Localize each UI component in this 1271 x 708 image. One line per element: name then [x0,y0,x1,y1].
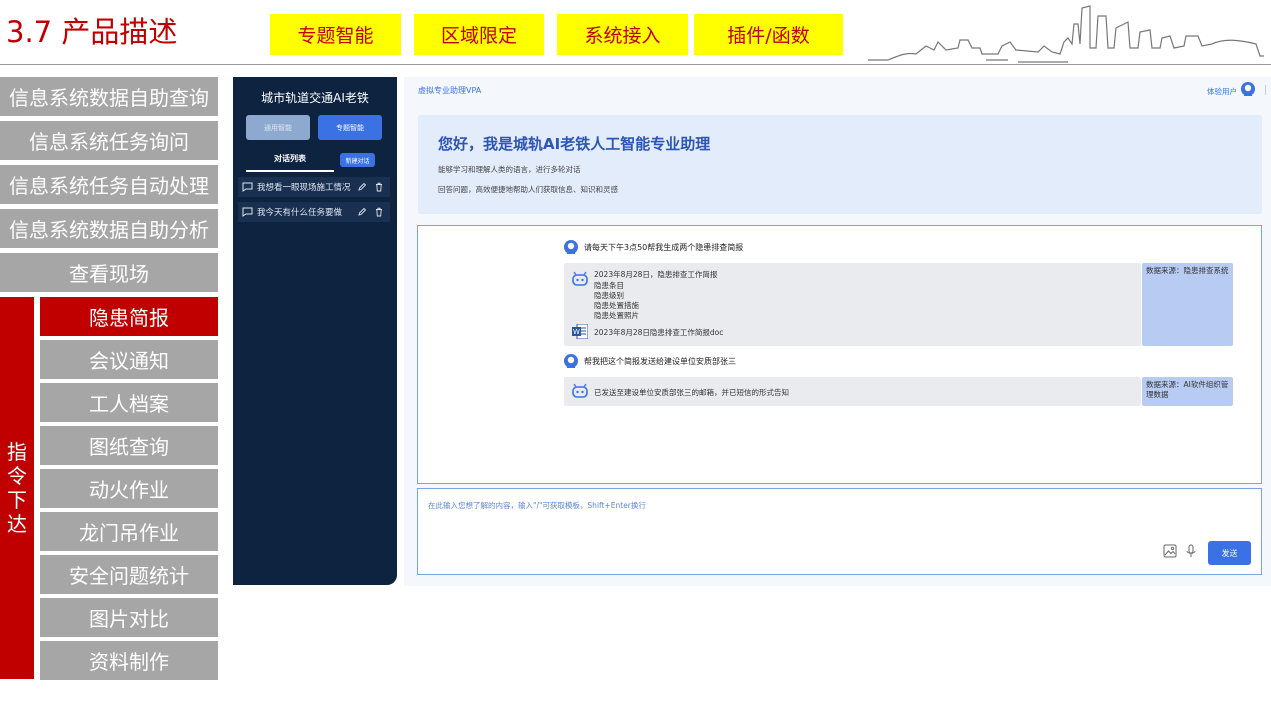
conversation-title: 我今天有什么任务要做 [257,208,343,218]
tag-plugin-function: 插件/函数 [694,14,843,55]
tag-system-access: 系统接入 [557,14,688,55]
brief-title: 2023年8月28日，隐患排查工作简报 [594,270,718,279]
assistant-message: 已发送至建设单位安质部张三的邮箱，并已短信的形式告知 [564,377,1141,406]
sub-item-worker-records[interactable]: 工人档案 [40,383,218,422]
app-title: 城市轨道交通AI老铁 [261,91,369,105]
tag-region-limited: 区域限定 [414,14,544,55]
header-separator [1265,85,1266,95]
user-avatar-icon [564,354,578,368]
chat-bubble-icon [242,207,253,217]
user-avatar-icon[interactable] [1241,82,1255,96]
mode-topic-button[interactable]: 专题智能 [318,115,382,140]
command-issue-label: 指令下达 [0,297,34,679]
assistant-message: 2023年8月28日，隐患排查工作简报 隐患条目 隐患级别 隐患处置措施 隐患处… [564,263,1141,346]
microphone-icon[interactable] [1184,544,1198,558]
sub-item-hazard-brief[interactable]: 隐患简报 [40,297,218,336]
menu-item-task-inquiry[interactable]: 信息系统任务询问 [0,121,218,160]
chat-bubble-icon [242,182,253,192]
menu-item-view-site[interactable]: 查看现场 [0,253,218,292]
sub-item-document-production[interactable]: 资料制作 [40,641,218,680]
user-message-text: 请每天下午3点50帮我生成两个隐患排查简报 [584,242,744,252]
sub-item-meeting-notice[interactable]: 会议通知 [40,340,218,379]
svg-text:W: W [573,328,580,336]
edit-icon[interactable] [356,182,367,193]
edit-icon[interactable] [356,207,367,218]
image-upload-icon[interactable] [1163,544,1177,558]
city-skyline-illustration [868,5,1264,63]
welcome-banner: 您好，我是城轨AI老铁人工智能专业助理 能够学习和理解人类的语言，进行多轮对话 … [418,115,1262,214]
document-attachment-link[interactable]: 2023年8月28日隐患排查工作简报doc [594,327,723,338]
user-message-text: 帮我把这个简报发送给建设单位安质部张三 [584,356,736,366]
conversation-item[interactable]: 我想看一眼现场施工情况 [238,177,390,197]
sub-item-hot-work[interactable]: 动火作业 [40,469,218,508]
user-avatar-icon [564,240,578,254]
robot-icon [572,383,588,398]
assistant-message-text: 已发送至建设单位安质部张三的邮箱，并已短信的形式告知 [594,388,789,397]
input-placeholder: 在此输入您想了解的内容，输入"/"可获取模板，Shift+Enter换行 [428,501,646,510]
sub-item-image-comparison[interactable]: 图片对比 [40,598,218,637]
conversation-item[interactable]: 我今天有什么任务要做 [238,202,390,222]
tag-topic-intelligence: 专题智能 [270,14,401,55]
menu-item-data-self-analysis[interactable]: 信息系统数据自助分析 [0,209,218,248]
user-message: 请每天下午3点50帮我生成两个隐患排查简报 [564,240,743,254]
word-document-icon[interactable]: W [572,324,588,339]
app-sidebar: 城市轨道交通AI老铁 通用智能 专题智能 对话列表 新建对话 我想看一眼现场施工… [233,77,397,585]
user-name[interactable]: 体验用户 [1207,86,1237,97]
sub-item-gantry-crane-work[interactable]: 龙门吊作业 [40,512,218,551]
active-tab-indicator [246,170,334,172]
tab-conversation-list[interactable]: 对话列表 [246,153,334,164]
robot-icon [572,271,588,286]
brand-label: 虚拟专业助理VPA [418,86,482,95]
new-conversation-button[interactable]: 新建对话 [340,153,375,167]
data-source-box: 数据来源：隐患排查系统 [1142,263,1233,346]
user-message: 帮我把这个简报发送给建设单位安质部张三 [564,354,736,368]
delete-icon[interactable] [373,207,384,218]
menu-item-data-self-query[interactable]: 信息系统数据自助查询 [0,77,218,116]
slide-title: 3.7 产品描述 [6,15,178,49]
app-main-panel: 虚拟专业助理VPA 体验用户 您好，我是城轨AI老铁人工智能专业助理 能够学习和… [404,77,1271,586]
welcome-line-2: 回答问题，高效便捷地帮助人们获取信息、知识和灵感 [438,185,618,194]
brief-line: 隐患处置照片 [594,311,639,320]
message-input[interactable]: 在此输入您想了解的内容，输入"/"可获取模板，Shift+Enter换行 发送 [417,488,1262,575]
chat-area[interactable]: 请每天下午3点50帮我生成两个隐患排查简报 2023年8月28日，隐患排查工作简… [417,225,1262,484]
welcome-line-1: 能够学习和理解人类的语言，进行多轮对话 [438,165,581,174]
mode-general-button[interactable]: 通用智能 [246,115,310,140]
sub-item-safety-statistics[interactable]: 安全问题统计 [40,555,218,594]
menu-item-task-auto-processing[interactable]: 信息系统任务自动处理 [0,165,218,204]
data-source-box: 数据来源：AI软件组织管理数据 [1142,377,1233,406]
send-button[interactable]: 发送 [1208,541,1251,565]
welcome-title: 您好，我是城轨AI老铁人工智能专业助理 [438,135,711,153]
conversation-title: 我想看一眼现场施工情况 [257,183,351,193]
sub-item-drawing-query[interactable]: 图纸查询 [40,426,218,465]
delete-icon[interactable] [373,182,384,193]
